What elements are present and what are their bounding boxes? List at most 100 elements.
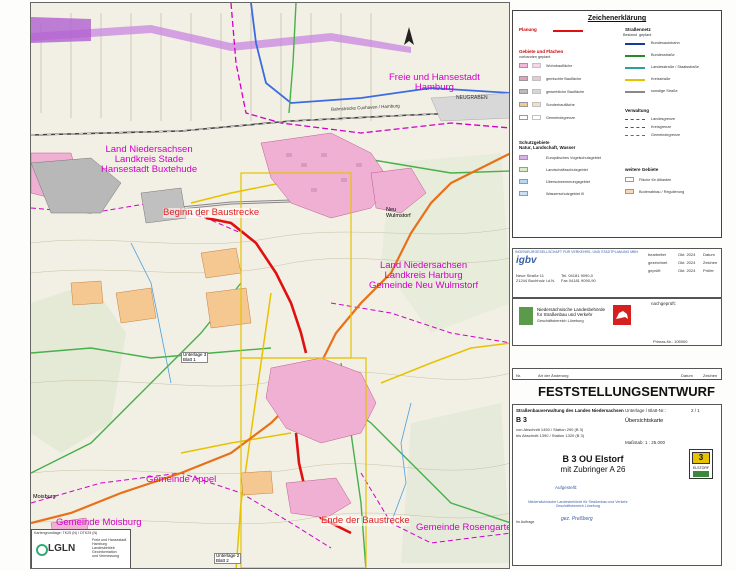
engineer-stamp: INGENIEURGESELLSCHAFT FÜR VERKEHRS- UND … xyxy=(512,248,722,298)
legend-swatch-other xyxy=(625,177,634,182)
legend-item-label: Gemeindegrenze xyxy=(651,133,681,137)
stamp-row-date: Okt. 2024 xyxy=(678,260,696,265)
stamp-row-field: Zeichen xyxy=(703,260,718,265)
authority-name: Niedersächsische Landesbehörde für Straß… xyxy=(537,307,606,317)
label-hamburg: Freie und Hansestadt Hamburg xyxy=(389,72,480,93)
legend-swatch-other xyxy=(625,189,634,194)
road-sign-green-icon xyxy=(693,471,709,477)
stamp-row-role: gezeichnet xyxy=(648,260,668,265)
label-gemeinde-appel: Gemeinde Appel xyxy=(146,474,217,485)
engineer-logo: igbv xyxy=(516,255,537,266)
legend-swatch-protection xyxy=(519,179,528,184)
authority-box: Niedersächsische Landesbehörde für Straß… xyxy=(512,298,722,346)
stamp-row-role: geprüft xyxy=(648,268,661,273)
title-block: Straßenbauverwaltung des Landes Niedersa… xyxy=(512,404,722,566)
title-signature: gez. Preßberg xyxy=(561,516,593,522)
legend-item-label: Kreisgrenze xyxy=(651,125,672,129)
legend-strassennetz: Straßennetz xyxy=(625,27,651,32)
rev-datum: Datum xyxy=(681,373,693,378)
b3-road-sign: 3 ELSTORF xyxy=(689,449,713,479)
legend-item-label: Bodenabbau / Regulierung xyxy=(639,190,685,194)
legend-item-label: Überschwemmungsgebiet xyxy=(546,180,590,184)
legend-swatch-protection xyxy=(519,155,528,160)
title-unterlage-val: 2 / 1 xyxy=(691,408,700,413)
label-unterlage-3[interactable]: Unterlage 3 Blatt 1 xyxy=(181,352,209,364)
legend-swatch-existing xyxy=(519,76,528,81)
legend-weitere: weitere Gebiete xyxy=(625,167,659,172)
title-projekt: B 3 OU Elstorf xyxy=(562,454,624,464)
engineer-address: Neue Straße 11 21244 Buchholz i.d.N. xyxy=(516,273,556,283)
legend-title: Zeichenerklärung xyxy=(587,15,647,22)
legend-item-label: gewerbliche Baufläche xyxy=(546,90,585,94)
legend-verwaltung: Verwaltung xyxy=(625,108,650,113)
legend-item-label: Europäisches Vogelschutzgebiet xyxy=(546,156,601,160)
legend-panel: Zeichenerklärung Planung Straßennetz Bes… xyxy=(512,10,722,238)
lgln-box: Kartengrundlage: TK25 (N) / DTK25 (N) LG… xyxy=(31,529,131,568)
legend-swatch-existing xyxy=(519,115,528,120)
authority-primas: Primas-Nr.: 105900 xyxy=(653,339,688,344)
stamp-row-date: Okt. 2024 xyxy=(678,252,696,257)
title-bis: bis Abschnitt 1390 / Station 1320 (B 3) xyxy=(516,433,585,438)
legend-swatch-protection xyxy=(519,191,528,196)
label-neugraben: NEUGRABEN xyxy=(456,95,488,101)
title-von: von Abschnitt 1450 / Station 290 (B 3) xyxy=(516,427,584,432)
legend-gebiete: Gebiete und Flächen xyxy=(519,49,564,54)
legend-swatch-planned xyxy=(532,63,541,68)
title-feststellungsentwurf: FESTSTELLUNGSENTWURF xyxy=(538,384,715,399)
legend-swatch-existing xyxy=(519,89,528,94)
rev-nr: Nr. xyxy=(516,373,522,378)
stamp-row-role: bearbeitet xyxy=(648,252,666,257)
legend-swatch-planned xyxy=(532,102,541,107)
legend-swatch-existing xyxy=(519,102,528,107)
legend-road-line xyxy=(625,67,645,69)
label-moisburg-town: Moisburg xyxy=(33,494,56,500)
legend-road-line xyxy=(625,79,645,81)
legend-item-label: Fläche für Altlasten xyxy=(639,178,672,182)
legend-item-label: Wohnbaufläche xyxy=(546,64,573,68)
legend-item-label: Landschaftsschutzgebiet xyxy=(546,168,588,172)
legend-item-label: Landesstraße / Staatsstraße xyxy=(651,65,699,69)
title-sign-label: Im Auftrage xyxy=(516,520,535,524)
engineer-phone: Tel. 04181 9090-0 Fax 04181 9090-90 xyxy=(561,273,596,283)
lgln-text: Freie und Hansestadt Hamburg Landesbetri… xyxy=(92,538,127,558)
legend-planung: Planung xyxy=(519,27,537,32)
label-landkreis-harburg: Land Niedersachsen Landkreis Harburg Gem… xyxy=(369,260,479,291)
legend-road-line xyxy=(625,91,645,93)
legend-item-label: Landesgrenze xyxy=(651,117,676,121)
title-verwaltung: Straßenbauverwaltung des Landes Niedersa… xyxy=(516,408,624,413)
label-neu-wulmstorf: Neu Wulmstorf xyxy=(386,207,411,219)
label-unterlage-2[interactable]: Unterlage 2 Blatt 2 xyxy=(214,553,242,565)
title-projekt-sub: mit Zubringer A 26 xyxy=(560,465,626,474)
legend-border-line xyxy=(625,135,645,136)
stamp-row-field: Datum xyxy=(703,252,715,257)
rev-art: Art der Änderung xyxy=(538,373,569,378)
title-massstab: Maßstab: 1 : 25.000 xyxy=(625,440,666,445)
legend-road-line xyxy=(625,55,645,57)
authority-sub: Geschäftsbereich Lüneburg xyxy=(537,319,584,323)
label-gemeinde-moisburg: Gemeinde Moisburg xyxy=(56,517,142,528)
label-beginn-baustrecke: Beginn der Baustrecke xyxy=(163,207,260,218)
legend-planung-line xyxy=(553,30,583,32)
label-gemeinde-rosengarten: Gemeinde Rosengarten xyxy=(416,522,510,533)
legend-item-label: Bundesstraße xyxy=(651,53,675,57)
stamp-row-date: Okt. 2024 xyxy=(678,268,696,273)
rev-zeichen: Zeichen xyxy=(703,373,718,378)
legend-road-line xyxy=(625,43,645,45)
legend-swatch-planned xyxy=(532,115,541,120)
overview-map[interactable]: Freie und Hansestadt Hamburg Land Nieder… xyxy=(30,2,510,569)
title-road: B 3 xyxy=(516,417,527,424)
legend-item-label: Gemeindegrenze xyxy=(546,116,576,120)
north-arrow-icon xyxy=(403,27,415,49)
legend-gebiete-sub: vorhanden geplant xyxy=(519,55,551,59)
b3-badge-sub: ELSTORF xyxy=(692,466,710,470)
tk-note: Kartengrundlage: TK25 (N) / DTK25 (N) xyxy=(34,531,98,535)
legend-item-label: Bundesautobahn xyxy=(651,41,680,45)
legend-swatch-existing xyxy=(519,63,528,68)
plan-sheet: Freie und Hansestadt Hamburg Land Nieder… xyxy=(0,0,736,571)
authority-nachgeprueft: nachgeprüft: xyxy=(651,301,677,306)
title-aufgestellt-org: Niedersächsische Landesbehörde für Straß… xyxy=(528,500,628,508)
engineer-org: INGENIEURGESELLSCHAFT FÜR VERKEHRS- UND … xyxy=(515,250,638,254)
legend-swatch-planned xyxy=(532,89,541,94)
b3-badge: 3 xyxy=(692,452,710,464)
title-aufgestellt: Aufgestellt: xyxy=(555,485,578,490)
